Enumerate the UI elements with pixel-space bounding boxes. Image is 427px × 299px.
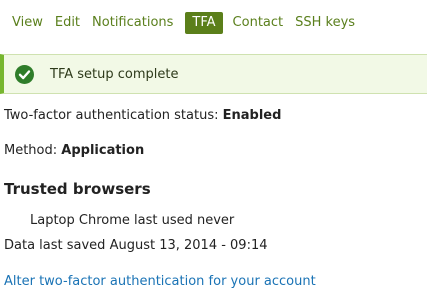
method-label: Method: — [4, 143, 62, 158]
tab-ssh-keys[interactable]: SSH keys — [295, 14, 355, 32]
tab-edit[interactable]: Edit — [55, 14, 80, 32]
tfa-status-label: Two-factor authentication status: — [4, 108, 223, 123]
page: View Edit Notifications TFA Contact SSH … — [0, 0, 427, 299]
tab-notifications[interactable]: Notifications — [92, 14, 173, 32]
trusted-browsers-heading: Trusted browsers — [4, 180, 151, 198]
alter-tfa-link[interactable]: Alter two-factor authentication for your… — [4, 274, 316, 289]
status-message-text: TFA setup complete — [50, 66, 179, 82]
tfa-method: Method: Application — [4, 143, 144, 158]
tabs-nav: View Edit Notifications TFA Contact SSH … — [0, 12, 355, 34]
method-value: Application — [61, 143, 145, 158]
tfa-status-value: Enabled — [222, 108, 282, 123]
tab-view[interactable]: View — [12, 14, 43, 32]
tab-contact[interactable]: Contact — [233, 14, 284, 32]
check-circle-icon — [15, 64, 34, 84]
tab-tfa[interactable]: TFA — [185, 12, 223, 34]
data-saved-text: Data last saved August 13, 2014 - 09:14 — [4, 238, 268, 253]
trusted-browser-item: Laptop Chrome last used never — [30, 213, 235, 228]
status-message: TFA setup complete — [0, 54, 427, 94]
tfa-status: Two-factor authentication status: Enable… — [4, 108, 281, 123]
